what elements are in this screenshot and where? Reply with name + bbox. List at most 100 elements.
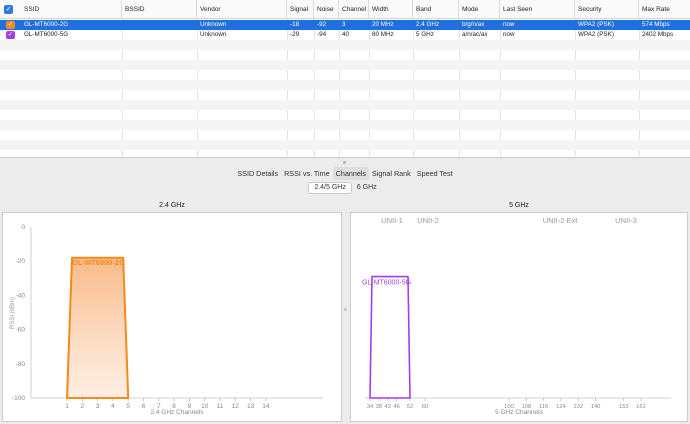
x-tick-label: 5 <box>126 403 130 410</box>
cell-width: 80 MHz <box>372 31 394 38</box>
chart-panel-5-ghz: UNII-1 UNII-2 UNII-2 Ext UNII-3 34 38 42 46 52 60… <box>350 212 688 422</box>
column-header-band[interactable]: Band <box>413 0 459 19</box>
cell-signal: -18 <box>290 21 300 28</box>
empty-row <box>0 40 690 50</box>
y-tick-label: 0 <box>21 224 25 231</box>
band-segmented-control: 2.4/5 GHz 6 GHz <box>0 182 690 195</box>
x-tick-label: 46 <box>393 404 399 410</box>
x-tick-label: 132 <box>573 404 583 410</box>
cell-mode: a/n/ac/ax <box>462 31 488 38</box>
cell-noise: -92 <box>317 21 327 28</box>
x-tick-label: 153 <box>619 404 629 410</box>
x-tick-label: 38 <box>376 404 382 410</box>
x-tick-label: 12 <box>232 403 240 410</box>
x-tick-label: 13 <box>247 403 255 410</box>
band-label: UNII-2 Ext <box>543 216 579 225</box>
column-header-last-seen[interactable]: Last Seen <box>500 0 575 19</box>
x-tick-label: 1 <box>65 403 69 410</box>
network-label-2g: GL-MT6000-2G <box>72 258 125 267</box>
cell-last-seen: now <box>503 31 515 38</box>
x-tick-label: 6 <box>142 403 146 410</box>
cell-ssid: GL-MT6000-5G <box>24 31 69 38</box>
column-header-noise[interactable]: Noise <box>314 0 339 19</box>
empty-row <box>0 100 690 110</box>
column-header-signal[interactable]: Signal <box>287 0 314 19</box>
column-header-security[interactable]: Security <box>575 0 639 19</box>
x-tick-label: 60 <box>422 404 428 410</box>
x-tick-label: 140 <box>591 404 601 410</box>
cell-noise: -94 <box>317 31 327 38</box>
table-row[interactable]: ✓ GL-MT6000-5G Unknown -29 -94 40 80 MHz… <box>0 30 690 40</box>
x-axis-label: 5 GHz Channels <box>495 409 543 416</box>
tab-ssid-details[interactable]: SSID Details <box>234 167 281 180</box>
cell-signal: -29 <box>290 31 300 38</box>
chart-title-5-ghz: 5 GHz <box>509 202 529 209</box>
x-axis-label: 2.4 GHz Channels <box>150 409 204 416</box>
x-tick-label: 4 <box>111 403 115 410</box>
x-tick-label: 34 <box>367 404 374 410</box>
select-all-checkbox[interactable]: ✓ <box>4 5 13 14</box>
column-header-channel[interactable]: Channel <box>339 0 369 19</box>
band-label: UNII-3 <box>615 216 637 225</box>
x-tick-label: 11 <box>217 403 224 410</box>
networks-table: ✓ SSID BSSID Vendor Signal Noise Channel… <box>0 0 690 158</box>
tab-rssi-vs-time[interactable]: RSSI vs. Time <box>281 167 333 180</box>
empty-row <box>0 80 690 90</box>
network-signal-shape-5g <box>369 275 411 399</box>
cell-last-seen: now <box>503 21 515 28</box>
cell-vendor: Unknown <box>200 31 227 38</box>
cell-vendor: Unknown <box>200 21 227 28</box>
x-tick-label: 52 <box>407 404 413 410</box>
cell-security: WPA2 (PSK) <box>578 31 614 38</box>
empty-row <box>0 120 690 130</box>
cell-band: 5 GHz <box>416 31 434 38</box>
tab-speed-test[interactable]: Speed Test <box>414 167 456 180</box>
cell-channel: 40 <box>342 31 350 38</box>
y-tick-label: -40 <box>16 292 26 299</box>
cell-bssid <box>122 30 197 40</box>
network-label-5g: GL-MT6000-5G <box>362 280 411 287</box>
table-row[interactable]: ✓ GL-MT6000-2G Unknown -18 -92 3 20 MHz … <box>0 20 690 30</box>
column-header-mode[interactable]: Mode <box>459 0 500 19</box>
column-header-ssid[interactable]: SSID <box>21 0 122 19</box>
tab-signal-rank[interactable]: Signal Rank <box>369 167 414 180</box>
row-checkbox[interactable]: ✓ <box>6 31 15 39</box>
tab-channels[interactable]: Channels <box>332 167 370 180</box>
column-header-width[interactable]: Width <box>369 0 413 19</box>
panel-divider-handle[interactable] <box>344 308 347 311</box>
cell-width: 20 MHz <box>372 21 394 28</box>
y-tick-label: -60 <box>16 327 26 334</box>
x-tick-label: 2 <box>80 403 84 410</box>
row-checkbox[interactable]: ✓ <box>6 21 15 29</box>
cell-ssid: GL-MT6000-2G <box>24 21 69 28</box>
cell-mode: b/g/n/ax <box>462 21 485 28</box>
column-header-vendor[interactable]: Vendor <box>197 0 287 19</box>
channel-chart-5-ghz: UNII-1 UNII-2 UNII-2 Ext UNII-3 34 38 42 46 52 60… <box>362 216 671 416</box>
segment-2-4-5-ghz[interactable]: 2.4/5 GHz <box>308 182 352 194</box>
cell-max-rate: 2402 Mbps <box>642 31 674 38</box>
cell-max-rate: 574 Mbps <box>642 21 670 28</box>
cell-bssid <box>122 20 197 30</box>
column-header-max-rate[interactable]: Max Rate <box>639 0 690 19</box>
x-tick-label: 14 <box>262 403 270 410</box>
column-header-bssid[interactable]: BSSID <box>122 0 197 19</box>
cell-channel: 3 <box>342 21 346 28</box>
y-tick-label: -100 <box>12 395 25 402</box>
chart-title-2-4-ghz: 2.4 GHz <box>159 202 185 209</box>
channel-chart-2-4-ghz: 0-20-40-60-80-1001 2 3 4 5 6 7 8 9 10 11 12 13 142.4 … <box>10 224 323 416</box>
split-view-handle[interactable] <box>343 161 346 164</box>
y-axis-label: RSSI (dBm) <box>10 297 16 329</box>
cell-security: WPA2 (PSK) <box>578 21 614 28</box>
x-tick-label: 3 <box>96 403 100 410</box>
y-tick-label: -80 <box>16 361 26 368</box>
network-signal-shape-2g <box>66 256 130 399</box>
cell-band: 2.4 GHz <box>416 21 440 28</box>
x-tick-label: 161 <box>636 404 646 410</box>
band-label: UNII-2 <box>417 216 439 225</box>
x-tick-label: 124 <box>556 404 566 410</box>
x-tick-label: 42 <box>385 404 391 410</box>
band-label: UNII-1 <box>381 216 403 225</box>
empty-row <box>0 140 690 150</box>
chart-panel-2-4-ghz: 0 -20 -40 -60 -80 -100 1 2 3 4 5 6 7 8 9 10 11 12 13 14 2.4 … <box>2 212 342 422</box>
segment-6-ghz[interactable]: 6 GHz <box>352 182 382 194</box>
